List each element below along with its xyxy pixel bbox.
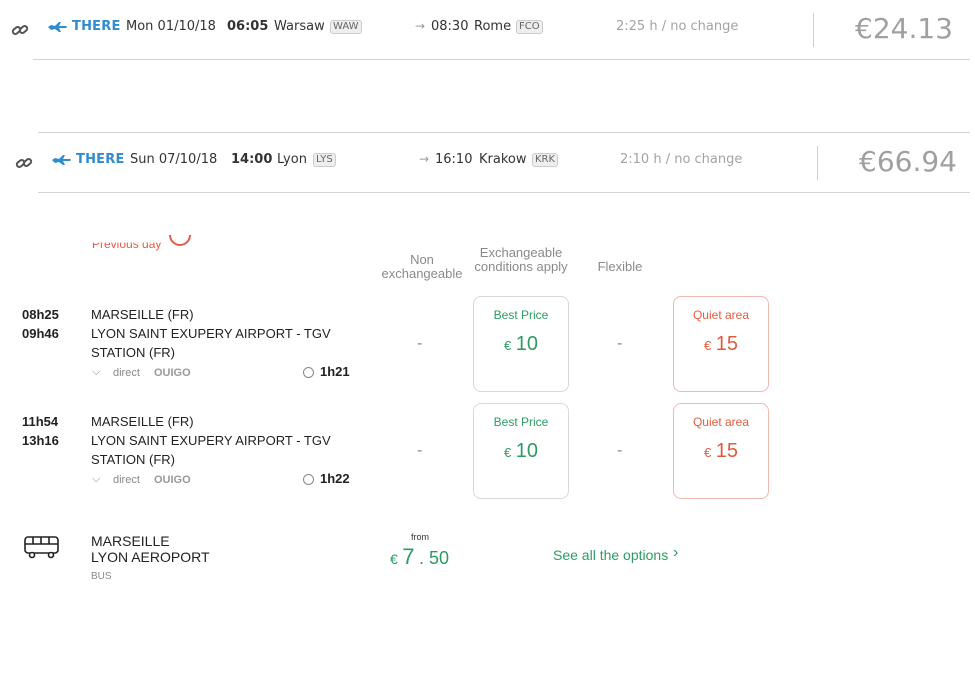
departure-city: Warsaw <box>274 19 325 34</box>
arrival-city: Krakow <box>479 152 527 167</box>
arrow-icon: → <box>419 152 430 166</box>
arrival-time: 16:10 <box>435 152 473 167</box>
flight-divider <box>33 59 970 60</box>
departure-code-badge: LYS <box>313 153 336 167</box>
chevron-right-icon[interactable]: › <box>673 544 678 562</box>
link-icon[interactable] <box>11 21 29 39</box>
bus-icon <box>24 536 59 559</box>
origin-station: MARSEILLE (FR) <box>91 414 194 429</box>
arrival-time: 13h16 <box>22 433 59 448</box>
direct-label: direct <box>113 367 140 379</box>
arrival-code-badge: FCO <box>516 20 543 34</box>
flexible-price: - <box>617 442 623 459</box>
departure-city: Lyon <box>277 152 307 167</box>
plane-icon <box>48 22 67 32</box>
card-label: Quiet area <box>692 308 750 322</box>
bus-row[interactable]: MARSEILLE LYON AEROPORT BUS from € 7 . 5… <box>0 518 975 598</box>
arrival-city: Rome <box>474 19 512 34</box>
departure-time: 08h25 <box>22 307 59 322</box>
price-divider <box>813 13 814 47</box>
direct-label: direct <box>113 474 140 486</box>
chevron-down-icon[interactable]: ⌵ <box>92 366 100 379</box>
operator-label: OUIGO <box>154 367 191 379</box>
direction-label: THERE <box>76 152 125 167</box>
destination-station: LYON SAINT EXUPERY AIRPORT - TGV STATION… <box>91 326 331 360</box>
chevron-down-icon[interactable]: ⌵ <box>92 473 100 486</box>
flight-result-2[interactable]: THERE Sun 07/10/18 14:00 Lyon LYS → 16:1… <box>0 133 975 193</box>
flight-duration: 2:25 h / no change <box>616 19 739 34</box>
quiet-area-card[interactable]: Quiet area € 15 <box>673 403 769 499</box>
duration: 1h22 <box>320 471 350 486</box>
bus-mode: BUS <box>91 571 112 582</box>
departure-time: 06:05 <box>227 19 269 34</box>
flexible-price: - <box>617 335 623 352</box>
train-row-1[interactable]: 08h25 09h46 MARSEILLE (FR) LYON SAINT EX… <box>0 296 975 396</box>
arrival-time: 09h46 <box>22 326 59 341</box>
origin-station: MARSEILLE (FR) <box>91 307 194 322</box>
arrow-icon: → <box>415 19 426 33</box>
column-header-flexible: Flexible <box>597 259 643 274</box>
link-icon[interactable] <box>15 154 33 172</box>
destination-station: LYON SAINT EXUPERY AIRPORT - TGV STATION… <box>91 433 331 467</box>
train-row-2[interactable]: 11h54 13h16 MARSEILLE (FR) LYON SAINT EX… <box>0 403 975 503</box>
flight-duration: 2:10 h / no change <box>620 152 743 167</box>
see-all-options-link[interactable]: See all the options <box>553 547 668 563</box>
card-price: € 15 <box>704 333 738 355</box>
train-results: Previous day Non exchangeable Exchangeab… <box>0 193 975 700</box>
card-price: € 15 <box>704 440 738 462</box>
clock-icon <box>303 367 314 378</box>
quiet-area-card[interactable]: Quiet area € 15 <box>673 296 769 392</box>
operator-label: OUIGO <box>154 474 191 486</box>
flight-date: Sun 07/10/18 <box>130 152 218 167</box>
card-label: Best Price <box>493 415 549 429</box>
flight-result-1[interactable]: THERE Mon 01/10/18 06:05 Warsaw WAW → 08… <box>0 0 975 60</box>
bus-origin: MARSEILLE <box>91 533 170 549</box>
card-label: Best Price <box>493 308 549 322</box>
direction-label: THERE <box>72 19 121 34</box>
departure-time: 11h54 <box>22 414 59 429</box>
flight-price[interactable]: €24.13 <box>855 12 953 45</box>
duration: 1h21 <box>320 364 350 379</box>
arrival-time: 08:30 <box>431 19 469 34</box>
clock-icon <box>303 474 314 485</box>
from-label: from <box>411 532 429 542</box>
arrival-code-badge: KRK <box>532 153 559 167</box>
column-header-non-exchangeable: Non exchangeable <box>381 252 463 281</box>
departure-code-badge: WAW <box>330 20 362 34</box>
flight-date: Mon 01/10/18 <box>126 19 216 34</box>
column-header-exchangeable: Exchangeable conditions apply <box>474 245 568 274</box>
best-price-card[interactable]: Best Price € 10 <box>473 403 569 499</box>
bus-destination: LYON AEROPORT <box>91 549 210 565</box>
flight-price[interactable]: €66.94 <box>859 145 957 178</box>
card-price: € 10 <box>504 333 538 355</box>
non-exchangeable-price: - <box>417 335 423 352</box>
departure-time: 14:00 <box>231 152 273 167</box>
bus-price[interactable]: € 7 . 50 <box>390 544 449 570</box>
non-exchangeable-price: - <box>417 442 423 459</box>
card-price: € 10 <box>504 440 538 462</box>
plane-icon <box>52 155 71 165</box>
previous-day-icon[interactable] <box>168 233 192 249</box>
card-label: Quiet area <box>692 415 750 429</box>
best-price-card[interactable]: Best Price € 10 <box>473 296 569 392</box>
price-divider <box>817 146 818 180</box>
previous-day-link[interactable]: Previous day <box>92 243 161 251</box>
